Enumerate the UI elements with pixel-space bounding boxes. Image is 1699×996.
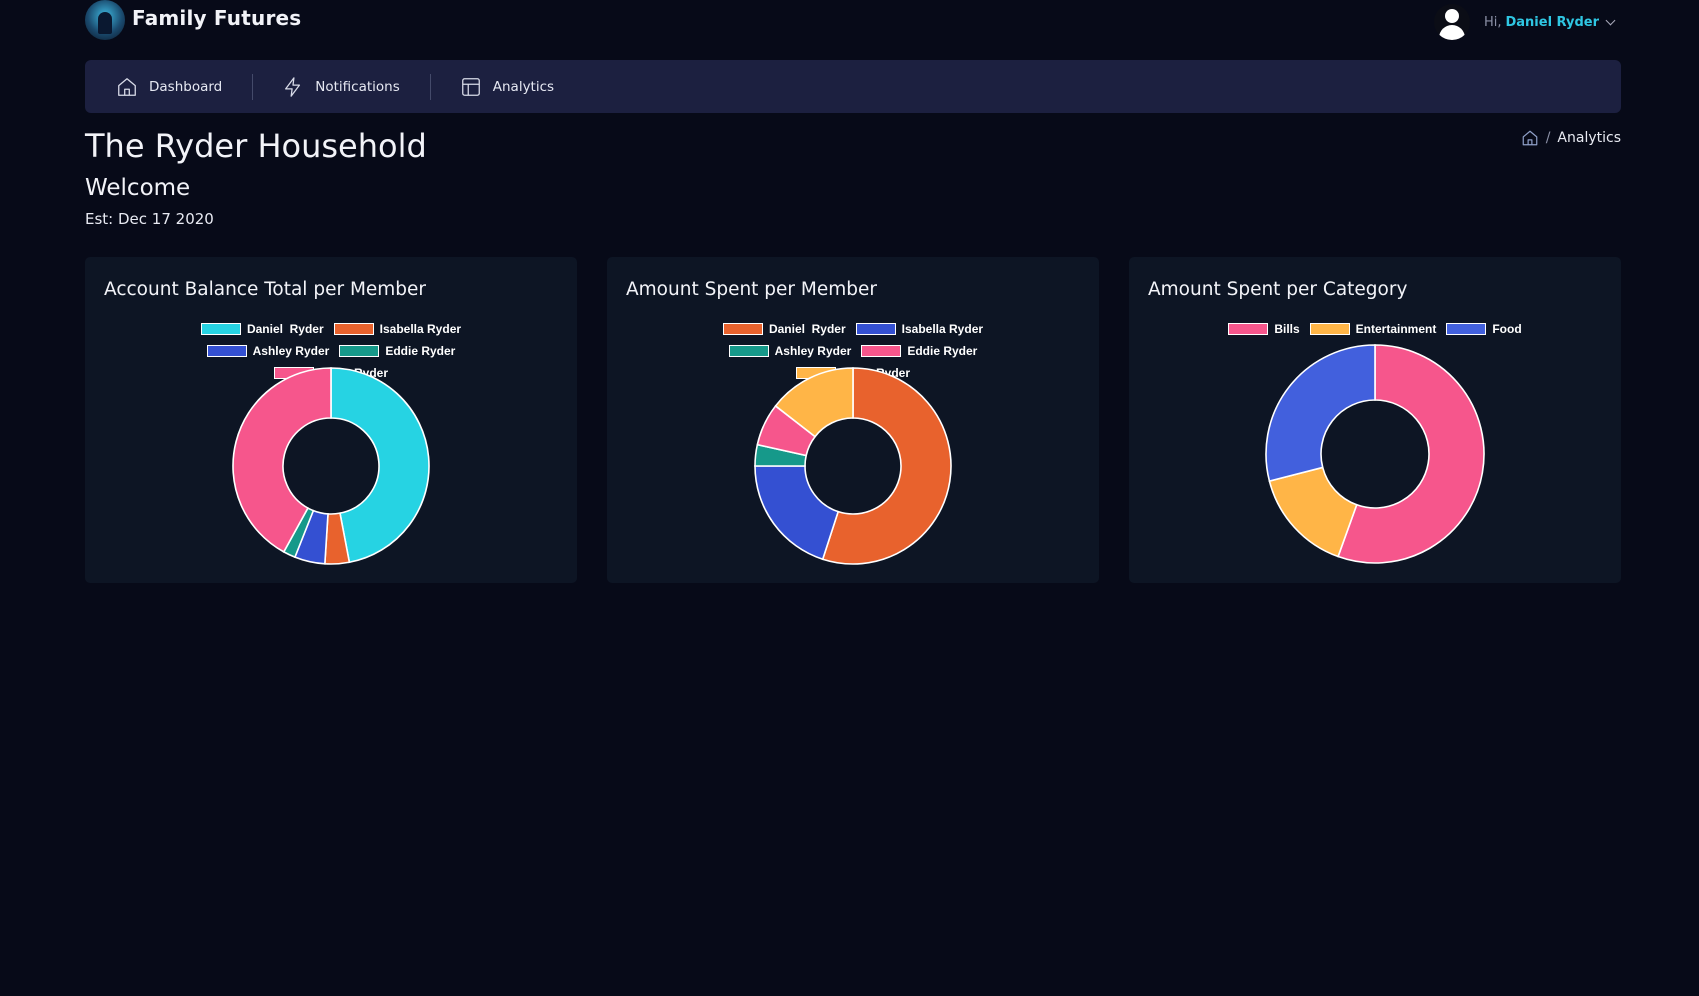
top-bar: Family Futures Hi, Daniel Ryder	[0, 0, 1699, 56]
nav-item-analytics[interactable]: Analytics	[460, 60, 554, 113]
app-name: Family Futures	[132, 6, 302, 30]
brand[interactable]: Family Futures	[85, 0, 301, 40]
nav-divider	[429, 73, 431, 100]
chart-card-balance-per-member: Account Balance Total per Member Daniel …	[85, 257, 577, 583]
chart-card-spent-per-category: Amount Spent per Category Bills Entertain…	[1129, 257, 1621, 583]
page-title: The Ryder Household	[85, 127, 427, 165]
home-icon	[118, 77, 136, 96]
donut-chart	[1265, 344, 1485, 564]
family-logo-icon	[85, 0, 125, 40]
donut-chart	[754, 367, 952, 565]
donut-slice[interactable]	[1268, 466, 1358, 558]
main-nav: Dashboard Notifications Analytics	[85, 60, 1621, 113]
user-name[interactable]: Daniel Ryder	[1505, 15, 1599, 30]
nav-item-dashboard[interactable]: Dashboard	[116, 60, 222, 113]
nav-divider	[252, 73, 254, 100]
chart-card-spent-per-member: Amount Spent per Member Daniel Ryder Isab…	[607, 257, 1099, 583]
donut-slice[interactable]	[754, 465, 840, 561]
breadcrumb-separator: /	[1545, 130, 1551, 146]
nav-label: Notifications	[315, 78, 400, 95]
breadcrumb-current: Analytics	[1557, 130, 1621, 146]
page-subtitle: Welcome	[85, 175, 191, 201]
user-greeting: Hi,	[1483, 14, 1502, 30]
avatar[interactable]	[1433, 4, 1470, 40]
donut-chart	[232, 367, 430, 565]
home-icon[interactable]	[1521, 129, 1539, 147]
lightning-icon	[285, 76, 301, 97]
donut-slice[interactable]	[330, 367, 430, 564]
nav-item-notifications[interactable]: Notifications	[282, 60, 400, 113]
user-menu[interactable]: Hi, Daniel Ryder	[1433, 4, 1616, 40]
chevron-down-icon[interactable]	[1605, 15, 1616, 25]
donut-slice[interactable]	[1265, 344, 1376, 483]
breadcrumb: / Analytics	[1521, 129, 1621, 147]
layout-icon	[461, 77, 480, 96]
nav-label: Dashboard	[149, 78, 223, 95]
established-date: Est: Dec 17 2020	[85, 210, 214, 228]
nav-label: Analytics	[492, 78, 555, 95]
